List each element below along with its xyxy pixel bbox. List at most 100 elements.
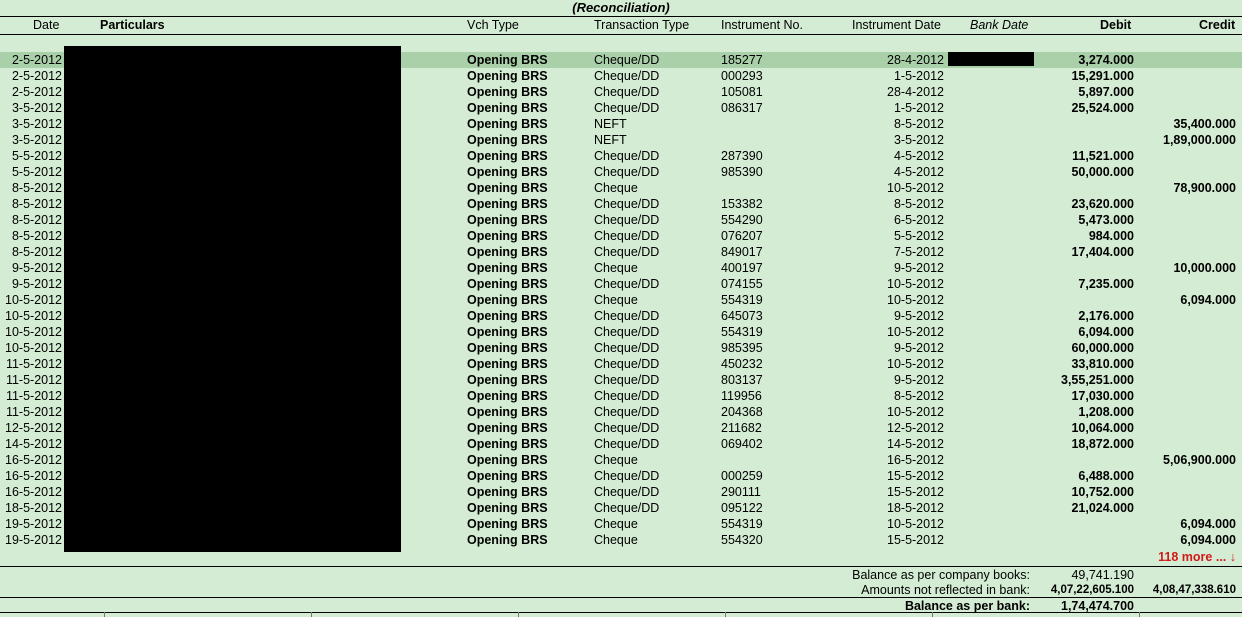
cell-credit	[1120, 196, 1236, 212]
cell-transaction-type: Cheque/DD	[594, 437, 660, 451]
cell-instrument-date: 10-5-2012	[887, 181, 944, 195]
column-header-bank-date[interactable]: Bank Date	[970, 17, 1028, 33]
cell-transaction-type: Cheque/DD	[594, 357, 660, 371]
cell-credit: 6,094.000	[1180, 517, 1236, 531]
cell-vch-type: Opening BRS	[467, 213, 548, 227]
redacted-bank-date-field[interactable]	[948, 52, 1034, 66]
column-header-date[interactable]: Date	[33, 17, 59, 33]
cell-debit: 60,000.000	[1071, 341, 1134, 355]
cell-date: 10-5-2012	[5, 309, 62, 323]
cell-date: 16-5-2012	[5, 485, 62, 499]
not-reflected-credit: 4,08,47,338.610	[1152, 584, 1236, 596]
cell-date: 5-5-2012	[11, 149, 62, 163]
cell-instrument-no: 105081	[721, 85, 763, 99]
cell-instrument-date: 9-5-2012	[893, 261, 944, 275]
cell-debit	[1020, 292, 1134, 308]
cell-instrument-no: 290111	[721, 485, 761, 499]
cell-debit	[1020, 516, 1134, 532]
cell-date: 10-5-2012	[5, 341, 62, 355]
cell-date: 2-5-2012	[11, 85, 62, 99]
cell-transaction-type: Cheque/DD	[594, 213, 660, 227]
cell-debit: 5,473.000	[1078, 213, 1134, 227]
cell-instrument-date: 18-5-2012	[887, 501, 944, 515]
cell-debit: 1,208.000	[1078, 405, 1134, 419]
cell-debit: 15,291.000	[1071, 69, 1134, 83]
cell-instrument-no: 400197	[721, 261, 763, 275]
cell-instrument-date: 28-4-2012	[887, 53, 944, 67]
cell-debit: 17,030.000	[1071, 389, 1134, 403]
not-reflected-label: Amounts not reflected in bank:	[861, 583, 1030, 597]
cell-date: 10-5-2012	[5, 293, 62, 307]
cell-transaction-type: Cheque/DD	[594, 69, 660, 83]
cell-debit: 3,55,251.000	[1061, 373, 1134, 387]
cell-credit	[1120, 244, 1236, 260]
cell-instrument-date: 6-5-2012	[893, 213, 944, 227]
cell-date: 19-5-2012	[5, 517, 62, 531]
cell-transaction-type: Cheque/DD	[594, 165, 660, 179]
cell-transaction-type: Cheque	[594, 533, 638, 547]
cell-transaction-type: Cheque	[594, 181, 638, 195]
cell-instrument-date: 10-5-2012	[887, 293, 944, 307]
cell-debit	[1020, 532, 1134, 548]
column-header-vch-type[interactable]: Vch Type	[467, 17, 519, 33]
cell-credit	[1120, 308, 1236, 324]
cell-transaction-type: Cheque/DD	[594, 85, 660, 99]
cell-transaction-type: Cheque/DD	[594, 501, 660, 515]
cell-debit: 23,620.000	[1071, 197, 1134, 211]
cell-transaction-type: Cheque/DD	[594, 421, 660, 435]
column-header-debit[interactable]: Debit	[1100, 17, 1131, 33]
cell-debit: 33,810.000	[1071, 357, 1134, 371]
cell-instrument-no: 000293	[721, 69, 763, 83]
footer-divider	[725, 612, 726, 617]
cell-transaction-type: Cheque/DD	[594, 341, 660, 355]
cell-date: 8-5-2012	[11, 213, 62, 227]
cell-credit	[1120, 420, 1236, 436]
cell-vch-type: Opening BRS	[467, 229, 548, 243]
report-title: (Reconciliation)	[572, 0, 670, 15]
cell-credit	[1120, 84, 1236, 100]
cell-debit: 984.000	[1088, 229, 1134, 243]
cell-vch-type: Opening BRS	[467, 485, 548, 499]
cell-date: 11-5-2012	[5, 357, 62, 371]
cell-date: 16-5-2012	[5, 453, 62, 467]
cell-transaction-type: Cheque/DD	[594, 485, 660, 499]
cell-credit	[1120, 68, 1236, 84]
cell-instrument-no: 119956	[721, 389, 762, 403]
cell-vch-type: Opening BRS	[467, 309, 548, 323]
cell-debit: 17,404.000	[1071, 245, 1134, 259]
cell-instrument-no: 450232	[721, 357, 763, 371]
cell-vch-type: Opening BRS	[467, 133, 548, 147]
cell-instrument-date: 9-5-2012	[893, 309, 944, 323]
cell-date: 3-5-2012	[11, 117, 62, 131]
cell-debit	[1020, 260, 1134, 276]
cell-transaction-type: Cheque	[594, 261, 638, 275]
column-header-transaction-type[interactable]: Transaction Type	[594, 17, 689, 33]
cell-instrument-date: 9-5-2012	[893, 373, 944, 387]
cell-transaction-type: Cheque/DD	[594, 101, 660, 115]
cell-instrument-date: 9-5-2012	[893, 341, 944, 355]
cell-instrument-no: 153382	[721, 197, 763, 211]
cell-instrument-date: 10-5-2012	[887, 405, 944, 419]
cell-vch-type: Opening BRS	[467, 357, 548, 371]
cell-transaction-type: Cheque/DD	[594, 469, 660, 483]
column-header-instrument-no[interactable]: Instrument No.	[721, 17, 803, 33]
column-header-particulars[interactable]: Particulars	[100, 17, 165, 33]
cell-debit: 50,000.000	[1071, 165, 1134, 179]
more-rows-indicator[interactable]: 118 more ... ↓	[1158, 549, 1236, 565]
column-header-instrument-date[interactable]: Instrument Date	[852, 17, 941, 33]
cell-debit	[1020, 452, 1134, 468]
cell-date: 16-5-2012	[5, 469, 62, 483]
cell-transaction-type: Cheque	[594, 453, 638, 467]
cell-vch-type: Opening BRS	[467, 533, 548, 547]
footer-divider	[104, 612, 105, 617]
cell-credit	[1120, 340, 1236, 356]
cell-date: 19-5-2012	[5, 533, 62, 547]
cell-date: 18-5-2012	[5, 501, 62, 515]
cell-date: 8-5-2012	[11, 245, 62, 259]
cell-vch-type: Opening BRS	[467, 53, 548, 67]
cell-credit: 6,094.000	[1180, 293, 1236, 307]
cell-instrument-no: 211682	[721, 421, 762, 435]
column-header-credit[interactable]: Credit	[1199, 17, 1235, 33]
cell-credit: 1,89,000.000	[1163, 133, 1236, 147]
cell-date: 2-5-2012	[11, 69, 62, 83]
